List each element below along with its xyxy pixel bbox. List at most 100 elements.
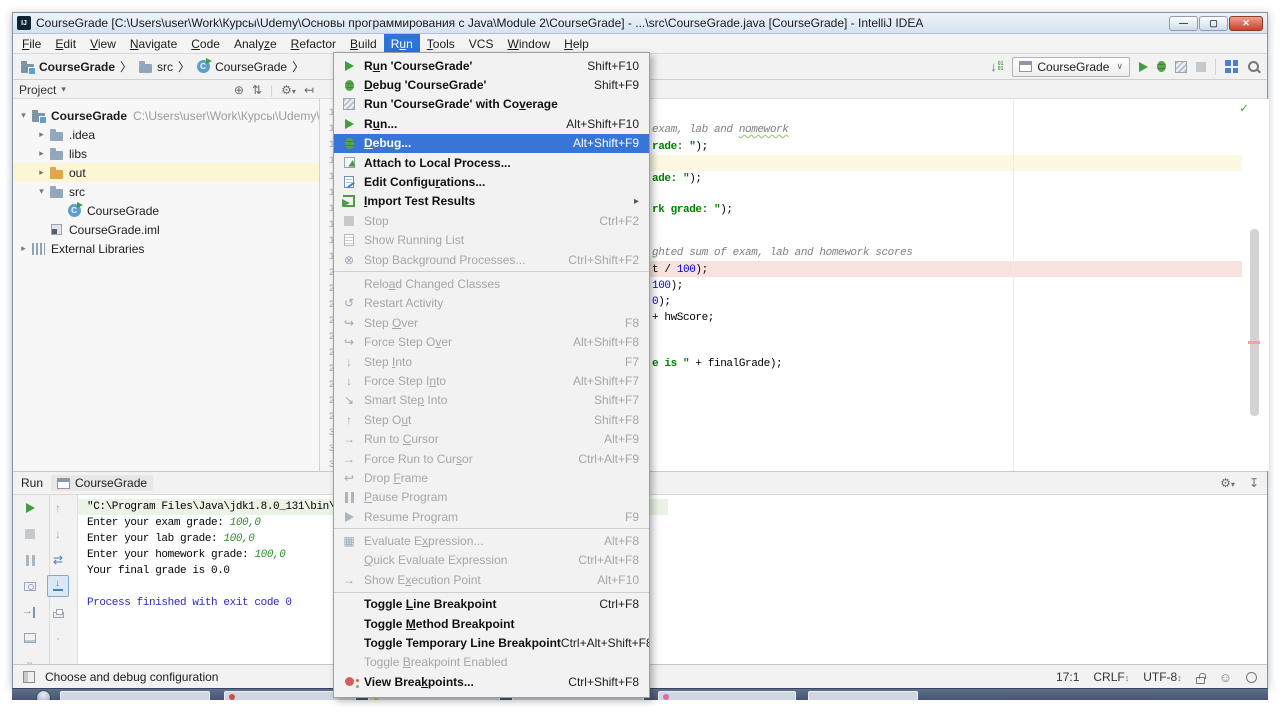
clear-all-button[interactable]: · xyxy=(47,627,69,649)
tree-item-coursegrade[interactable]: CCourseGrade xyxy=(13,201,319,220)
rerun-button[interactable] xyxy=(19,497,41,519)
menu-item-force-step-into[interactable]: ↓Force Step IntoAlt+Shift+F7 xyxy=(334,371,649,390)
menu-item-toggle-breakpoint-enabled[interactable]: Toggle Breakpoint Enabled xyxy=(334,653,649,672)
tree-item-coursegrade[interactable]: ▾CourseGradeC:\Users\user\Work\Курсы\Ude… xyxy=(13,106,319,125)
taskbar-app-button[interactable] xyxy=(60,691,210,700)
close-button[interactable]: ✕ xyxy=(1229,16,1263,31)
caret-position[interactable]: 17:1 xyxy=(1056,670,1079,684)
vcs-update-icon[interactable]: ↓0101 xyxy=(990,60,1003,73)
menu-item-step-out[interactable]: ↑Step OutShift+F8 xyxy=(334,410,649,429)
run-tab-coursegrade[interactable]: CourseGrade xyxy=(51,475,153,491)
hide-panel-button[interactable]: ↤ xyxy=(304,83,314,97)
start-button[interactable] xyxy=(36,690,51,700)
menu-item-run-coursegrade[interactable]: Run 'CourseGrade'Shift+F10 xyxy=(334,56,649,75)
menu-item-edit-configurations[interactable]: Edit Configurations... xyxy=(334,172,649,191)
tree-item-idea[interactable]: ▸.idea xyxy=(13,125,319,144)
more-icon[interactable]: » xyxy=(19,653,41,664)
menu-item-force-step-over[interactable]: ↪Force Step OverAlt+Shift+F8 xyxy=(334,332,649,351)
console-output[interactable]: "C:\Program Files\Java\jdk1.8.0_131\bin\… xyxy=(78,495,1267,664)
print-button[interactable] xyxy=(47,601,69,623)
menu-item-toggle-line-breakpoint[interactable]: Toggle Line BreakpointCtrl+F8 xyxy=(334,595,649,614)
menu-item-run[interactable]: Run...Alt+Shift+F10 xyxy=(334,114,649,133)
minimize-button[interactable]: — xyxy=(1169,16,1198,31)
menubar-item-run[interactable]: Run xyxy=(384,34,420,53)
editor-scrollbar[interactable] xyxy=(1250,229,1259,416)
breadcrumb-item-coursegrade[interactable]: CourseGrade xyxy=(19,59,115,75)
panel-settings-button[interactable]: ⚙▾ xyxy=(281,83,296,97)
tree-chevron-icon[interactable]: ▸ xyxy=(35,148,48,159)
menubar-item-window[interactable]: Window xyxy=(500,34,557,53)
menubar-item-code[interactable]: Code xyxy=(184,34,227,53)
restore-layout-button[interactable] xyxy=(19,627,41,649)
menu-item-toggle-temporary-line-breakpoint[interactable]: Toggle Temporary Line BreakpointCtrl+Alt… xyxy=(334,633,649,652)
line-separator-select[interactable]: CRLF↕ xyxy=(1093,670,1129,684)
menubar-item-file[interactable]: File xyxy=(15,34,48,53)
pause-output-button[interactable] xyxy=(19,549,41,571)
menu-item-debug[interactable]: Debug...Alt+Shift+F9 xyxy=(334,134,649,153)
debug-button[interactable] xyxy=(1157,61,1166,72)
tree-item-src[interactable]: ▾src xyxy=(13,182,319,201)
tree-chevron-icon[interactable]: ▾ xyxy=(35,186,48,197)
menu-item-stop-background-processes[interactable]: ⊗Stop Background Processes...Ctrl+Shift+… xyxy=(334,250,649,269)
breadcrumb-item-coursegrade[interactable]: CCourseGrade xyxy=(195,59,287,75)
run-with-coverage-button[interactable] xyxy=(1175,61,1187,73)
down-stack-button[interactable]: ↓ xyxy=(47,523,69,545)
menu-item-debug-coursegrade[interactable]: Debug 'CourseGrade'Shift+F9 xyxy=(334,75,649,94)
encoding-select[interactable]: UTF-8↕ xyxy=(1143,670,1182,684)
tree-chevron-icon[interactable]: ▸ xyxy=(35,129,48,140)
thread-dump-button[interactable] xyxy=(19,575,41,597)
menu-item-reload-changed-classes[interactable]: Reload Changed Classes xyxy=(334,274,649,293)
menubar-item-refactor[interactable]: Refactor xyxy=(284,34,343,53)
hide-panel-button[interactable]: ↧ xyxy=(1249,476,1259,490)
menubar-item-build[interactable]: Build xyxy=(343,34,384,53)
taskbar-app-button[interactable] xyxy=(808,691,918,700)
breadcrumb-item-src[interactable]: src xyxy=(137,59,173,75)
menubar-item-vcs[interactable]: VCS xyxy=(462,34,501,53)
lock-icon[interactable] xyxy=(1196,677,1205,684)
menu-item-run-coursegrade-with-coverage[interactable]: Run 'CourseGrade' with Coverage xyxy=(334,95,649,114)
taskbar-app-button[interactable] xyxy=(658,691,796,700)
exit-button[interactable] xyxy=(19,601,41,623)
tree-item-coursegrade-iml[interactable]: CourseGrade.iml xyxy=(13,220,319,239)
tree-item-libs[interactable]: ▸libs xyxy=(13,144,319,163)
stop-button[interactable] xyxy=(19,523,41,545)
tree-chevron-icon[interactable]: ▾ xyxy=(17,110,30,121)
menu-item-pause-program[interactable]: Pause Program xyxy=(334,488,649,507)
menubar-item-analyze[interactable]: Analyze xyxy=(227,34,284,53)
menubar-item-edit[interactable]: Edit xyxy=(48,34,83,53)
run-button[interactable] xyxy=(1139,62,1148,72)
tree-chevron-icon[interactable]: ▸ xyxy=(35,167,48,178)
menubar-item-view[interactable]: View xyxy=(83,34,123,53)
menu-item-resume-program[interactable]: Resume ProgramF9 xyxy=(334,507,649,526)
menu-item-stop[interactable]: StopCtrl+F2 xyxy=(334,211,649,230)
menu-item-drop-frame[interactable]: ↩Drop Frame xyxy=(334,468,649,487)
project-panel-header[interactable]: Project ▾ ⊕ ⇅ | ⚙▾ ↤ xyxy=(13,80,320,99)
menu-item-force-run-to-cursor[interactable]: →Force Run to CursorCtrl+Alt+F9 xyxy=(334,449,649,468)
tree-item-out[interactable]: ▸out xyxy=(13,163,319,182)
toolwindow-switcher-icon[interactable] xyxy=(23,671,35,683)
menu-item-step-into[interactable]: ↓Step IntoF7 xyxy=(334,352,649,371)
menu-item-show-running-list[interactable]: Show Running List xyxy=(334,231,649,250)
menu-item-run-to-cursor[interactable]: →Run to CursorAlt+F9 xyxy=(334,429,649,448)
menubar-item-help[interactable]: Help xyxy=(557,34,596,53)
soft-wrap-button[interactable]: ⇄ xyxy=(47,549,69,571)
hector-inspector-icon[interactable]: ☺ xyxy=(1219,670,1232,685)
menu-item-view-breakpoints[interactable]: View Breakpoints...Ctrl+Shift+F8 xyxy=(334,672,649,691)
scroll-to-end-button[interactable] xyxy=(47,575,69,597)
menu-item-restart-activity[interactable]: ↺Restart Activity xyxy=(334,294,649,313)
locate-file-button[interactable]: ⊕ xyxy=(234,83,244,97)
collapse-all-button[interactable]: ⇅ xyxy=(252,83,262,97)
up-stack-button[interactable]: ↑ xyxy=(47,497,69,519)
tree-item-external-libraries[interactable]: ▸External Libraries xyxy=(13,239,319,258)
menu-item-attach-to-local-process[interactable]: Attach to Local Process... xyxy=(334,153,649,172)
menubar-item-navigate[interactable]: Navigate xyxy=(123,34,184,53)
title-bar[interactable]: IJ CourseGrade [C:\Users\user\Work\Курсы… xyxy=(13,13,1267,34)
panel-settings-button[interactable]: ⚙▾ xyxy=(1220,476,1235,490)
project-structure-button[interactable] xyxy=(1225,60,1238,73)
error-stripe-mark[interactable] xyxy=(1248,341,1260,344)
menu-item-step-over[interactable]: ↪Step OverF8 xyxy=(334,313,649,332)
menu-item-import-test-results[interactable]: Import Test Results▸ xyxy=(334,192,649,211)
menu-item-quick-evaluate-expression[interactable]: Quick Evaluate ExpressionCtrl+Alt+F8 xyxy=(334,551,649,570)
menu-item-evaluate-expression[interactable]: ▦Evaluate Expression...Alt+F8 xyxy=(334,531,649,550)
menubar-item-tools[interactable]: Tools xyxy=(420,34,462,53)
